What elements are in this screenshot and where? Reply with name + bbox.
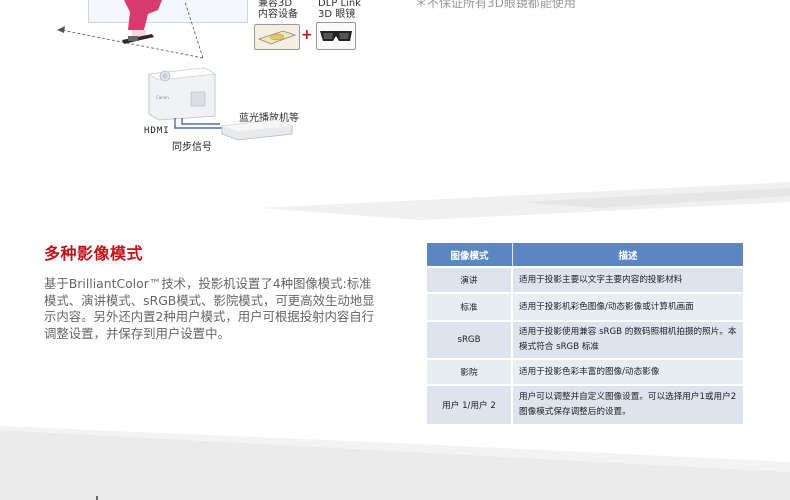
cell-desc: 适用于投影机彩色图像/动态影像或计算机画面 bbox=[513, 292, 743, 320]
glasses-compat-note: ＊不保证所有3D眼镜都能使用 bbox=[415, 0, 576, 10]
table-row: 影院 适用于投影色彩丰富的图像/动态影像 bbox=[427, 358, 743, 384]
projector-image: Canon bbox=[148, 67, 216, 121]
3d-device-icon bbox=[254, 24, 300, 50]
cell-desc: 适用于投影使用兼容 sRGB 的数码照相机拍摄的照片。本模式符合 sRGB 标准 bbox=[513, 320, 743, 358]
projector-brand: Canon bbox=[156, 95, 169, 100]
table-row: 演讲 适用于投影主要以文字主要内容的投影材料 bbox=[427, 266, 743, 292]
cell-mode: 演讲 bbox=[427, 266, 513, 292]
cell-desc: 适用于投影色彩丰富的图像/动态影像 bbox=[513, 358, 743, 384]
divider-band-bottom bbox=[0, 426, 790, 500]
cell-mode: 标准 bbox=[427, 292, 513, 320]
header-mode: 图像模式 bbox=[427, 243, 513, 266]
cell-mode: 影院 bbox=[427, 358, 513, 384]
hdmi-label: HDMI bbox=[144, 126, 170, 136]
divider-band-top bbox=[0, 182, 790, 226]
sync-signal-label: 同步信号 bbox=[172, 142, 212, 153]
table-header-row: 图像模式 描述 bbox=[427, 243, 743, 266]
header-desc: 描述 bbox=[513, 243, 743, 266]
cell-mode: 用户 1/用户 2 bbox=[427, 384, 513, 424]
section-paragraph: 基于BrilliantColor™技术，投影机设置了4种图像模式:标准模式、演讲… bbox=[44, 276, 375, 341]
plus-icon: + bbox=[301, 27, 313, 43]
cell-desc: 用户可以调整并自定义图像设置。可以选择用户1或用户2图像模式保存调整后的设置。 bbox=[513, 384, 743, 424]
cell-desc: 适用于投影主要以文字主要内容的投影材料 bbox=[513, 266, 743, 292]
section-title: 多种影像模式 bbox=[44, 244, 144, 263]
3d-glasses-icon bbox=[316, 22, 356, 50]
bluray-player-image bbox=[221, 119, 293, 141]
table-row: 标准 适用于投影机彩色图像/动态影像或计算机画面 bbox=[427, 292, 743, 320]
table-row: 用户 1/用户 2 用户可以调整并自定义图像设置。可以选择用户1或用户2图像模式… bbox=[427, 384, 743, 424]
image-mode-table: 图像模式 描述 演讲 适用于投影主要以文字主要内容的投影材料 标准 适用于投影机… bbox=[427, 243, 743, 424]
3d-device-label: 兼容3D 内容设备 bbox=[258, 0, 298, 20]
3d-glasses-label: DLP Link 3D 眼镜 bbox=[318, 0, 361, 20]
cell-mode: sRGB bbox=[427, 320, 513, 358]
skier-image bbox=[122, 0, 162, 44]
table-row: sRGB 适用于投影使用兼容 sRGB 的数码照相机拍摄的照片。本模式符合 sR… bbox=[427, 320, 743, 358]
